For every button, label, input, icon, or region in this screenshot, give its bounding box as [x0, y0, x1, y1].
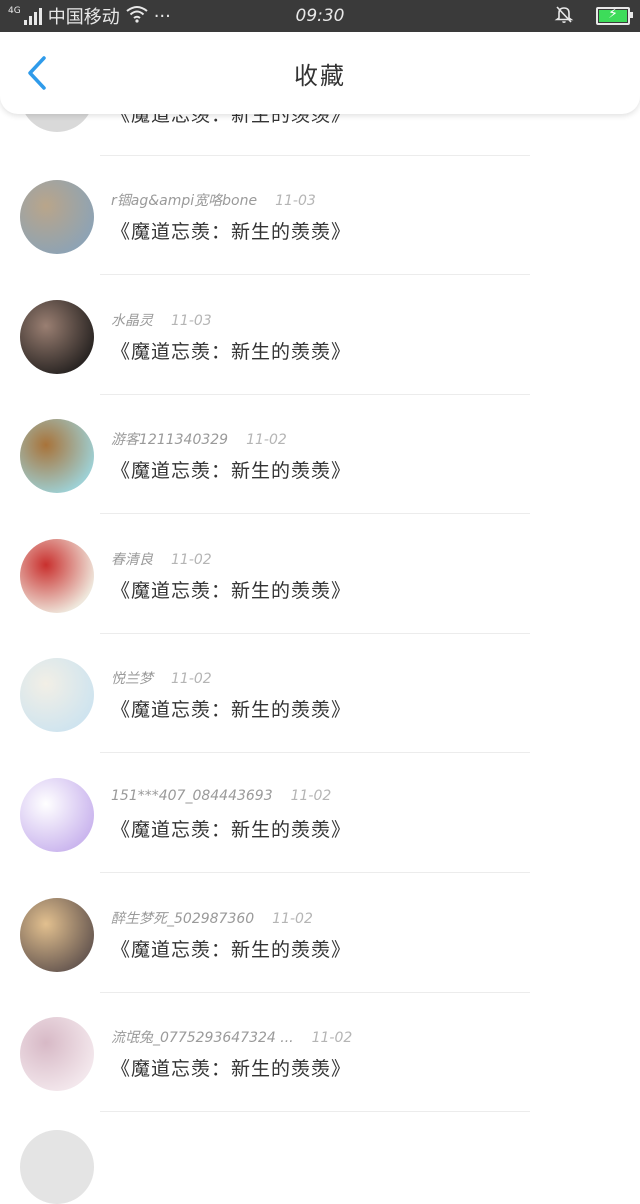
username[interactable]: 流氓兔_0775293647324 ... [111, 1030, 294, 1046]
status-bar: 4G 中国移动 ··· 09:30 ⚡ [0, 0, 640, 32]
item-title[interactable]: 《魔道忘羡：新生的羡羡》 [111, 217, 351, 244]
item-title[interactable]: 《魔道忘羡：新生的羡羡》 [111, 1054, 351, 1081]
list-item[interactable]: 悦兰梦 11-02 《魔道忘羡：新生的羡羡》 [0, 633, 640, 753]
item-meta: 游客1211340329 11-02 [111, 429, 287, 449]
avatar[interactable] [20, 539, 94, 613]
item-meta: 水晶灵 11-03 [111, 310, 212, 330]
item-title[interactable]: 《魔道忘羡：新生的羡羡》 [111, 695, 351, 722]
username[interactable]: 151***407_084443693 [111, 788, 273, 804]
username[interactable]: 游客1211340329 [111, 432, 228, 448]
avatar[interactable] [20, 658, 94, 732]
list-item[interactable]: 春清良 11-02 《魔道忘羡：新生的羡羡》 [0, 514, 640, 634]
avatar[interactable] [20, 898, 94, 972]
list-item[interactable]: 醉生梦死_502987360 11-02 《魔道忘羡：新生的羡羡》 [0, 873, 640, 993]
item-title[interactable]: 《魔道忘羡：新生的羡羡》 [111, 576, 351, 603]
username[interactable]: 醉生梦死_502987360 [111, 911, 254, 927]
username[interactable]: r锢ag&ampi宽咯bone [111, 193, 257, 209]
avatar[interactable] [20, 1130, 94, 1204]
battery-icon: ⚡ [596, 6, 633, 25]
date: 11-02 [272, 911, 313, 927]
status-time: 09:30 [295, 6, 345, 26]
item-title[interactable]: 《魔道忘羡：新生的羡羡》 [111, 815, 351, 842]
nav-bar: 收藏 [0, 32, 640, 114]
username[interactable]: 春清良 [111, 552, 153, 568]
avatar[interactable] [20, 300, 94, 374]
username[interactable]: 悦兰梦 [111, 671, 153, 687]
item-title[interactable]: 《魔道忘羡：新生的羡羡》 [111, 456, 351, 483]
status-right: ⚡ [554, 0, 633, 32]
avatar[interactable] [20, 419, 94, 493]
date: 11-02 [171, 671, 212, 687]
item-title[interactable]: 《魔道忘羡：新生的羡羡》 [111, 935, 351, 962]
list-item[interactable]: r锢ag&ampi宽咯bone 11-03 《魔道忘羡：新生的羡羡》 [0, 155, 640, 275]
list-item[interactable]: 水晶灵 11-03 《魔道忘羡：新生的羡羡》 [0, 275, 640, 395]
date: 11-02 [290, 788, 332, 804]
date: 11-02 [246, 432, 287, 448]
page-title: 收藏 [294, 62, 346, 90]
date: 11-03 [171, 313, 212, 329]
item-meta: 151***407_084443693 11-02 [111, 788, 331, 804]
date: 11-02 [171, 552, 212, 568]
list-item[interactable]: 游客1211340329 11-02 《魔道忘羡：新生的羡羡》 [0, 394, 640, 514]
bell-muted-icon [554, 4, 574, 29]
divider [100, 1111, 530, 1112]
date: 11-03 [275, 193, 316, 209]
avatar[interactable] [20, 180, 94, 254]
list-item[interactable]: 流氓兔_0775293647324 ... 11-02 《魔道忘羡：新生的羡羡》 [0, 992, 640, 1112]
list-item[interactable]: 151***407_084443693 11-02 《魔道忘羡：新生的羡羡》 [0, 753, 640, 873]
item-meta: 醉生梦死_502987360 11-02 [111, 908, 313, 928]
item-meta: r锢ag&ampi宽咯bone 11-03 [111, 190, 316, 210]
item-meta: 流氓兔_0775293647324 ... 11-02 [111, 1027, 352, 1047]
item-title[interactable]: 《魔道忘羡：新生的羡羡》 [111, 337, 351, 364]
date: 11-02 [311, 1030, 353, 1046]
item-meta: 悦兰梦 11-02 [111, 668, 212, 688]
item-meta: 春清良 11-02 [111, 549, 212, 569]
avatar[interactable] [20, 1017, 94, 1091]
username[interactable]: 水晶灵 [111, 313, 153, 329]
avatar[interactable] [20, 778, 94, 852]
